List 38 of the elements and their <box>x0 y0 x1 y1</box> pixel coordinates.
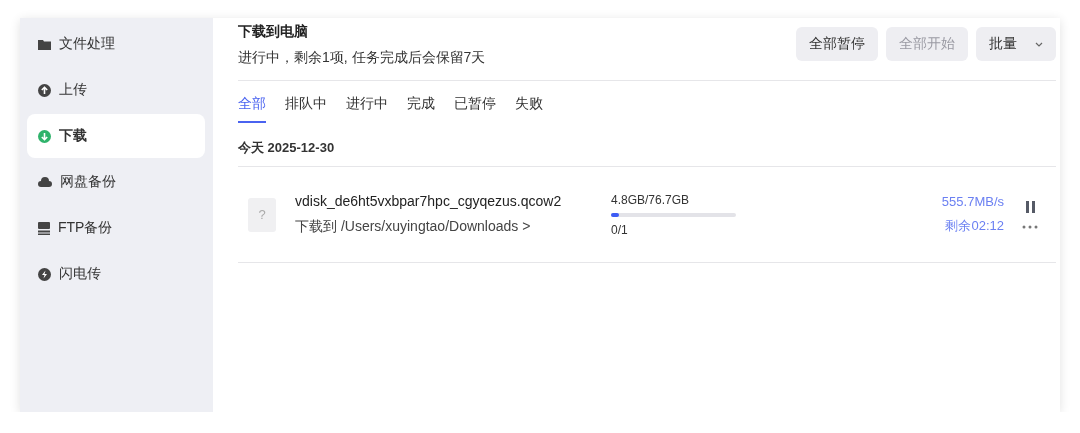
sidebar-label: 上传 <box>59 81 87 99</box>
destination-link[interactable]: 下载到 /Users/xuyingtao/Downloads > <box>295 218 611 236</box>
lightning-icon <box>38 267 51 281</box>
filter-tab[interactable]: 失败 <box>515 95 543 123</box>
toolbar-button[interactable]: 批量 <box>976 27 1056 61</box>
sidebar-item[interactable]: 文件处理 <box>27 22 205 66</box>
count-text: 0/1 <box>611 222 629 237</box>
sidebar-item[interactable]: 闪电传 <box>27 252 205 296</box>
server-icon <box>38 221 50 235</box>
status-text: 进行中，剩余1项, 任务完成后会保留7天 <box>238 49 486 67</box>
sidebar-label: 下载 <box>59 127 87 145</box>
date-heading: 今天 2025-12-30 <box>238 123 1056 167</box>
speed-text: 555.7MB/s <box>941 194 1004 209</box>
sidebar-item[interactable]: FTP备份 <box>27 206 205 250</box>
pause-icon[interactable] <box>1025 200 1035 213</box>
sidebar-item[interactable]: 网盘备份 <box>27 160 205 204</box>
toolbar-button[interactable]: 全部暂停 <box>796 27 878 61</box>
folder-icon <box>38 38 51 50</box>
sidebar-item[interactable]: 上传 <box>27 68 205 112</box>
page-title: 下载到电脑 <box>238 23 309 41</box>
sidebar-label: 文件处理 <box>59 35 115 53</box>
filter-tab[interactable]: 进行中 <box>346 95 388 123</box>
sidebar-label: 闪电传 <box>59 265 101 283</box>
upload-icon <box>38 83 51 97</box>
download-icon <box>38 129 51 143</box>
file-name: vdisk_de6ht5vxbpar7hpc_cgyqezus.qcow2 <box>295 193 563 209</box>
filter-tab[interactable]: 完成 <box>407 95 435 123</box>
file-icon: ? <box>248 197 276 232</box>
filter-tab[interactable]: 排队中 <box>285 95 327 123</box>
remaining-time: 剩余02:12 <box>945 217 1004 235</box>
sidebar-label: 网盘备份 <box>60 173 116 191</box>
size-text: 4.8GB/76.7GB <box>611 192 691 207</box>
filter-tab[interactable]: 已暂停 <box>454 95 496 123</box>
filter-tab[interactable]: 全部 <box>238 95 266 123</box>
sidebar-label: FTP备份 <box>58 219 113 237</box>
cloud-icon <box>38 177 52 187</box>
more-icon[interactable] <box>1022 224 1038 229</box>
sidebar-item[interactable]: 下载 <box>27 114 205 158</box>
